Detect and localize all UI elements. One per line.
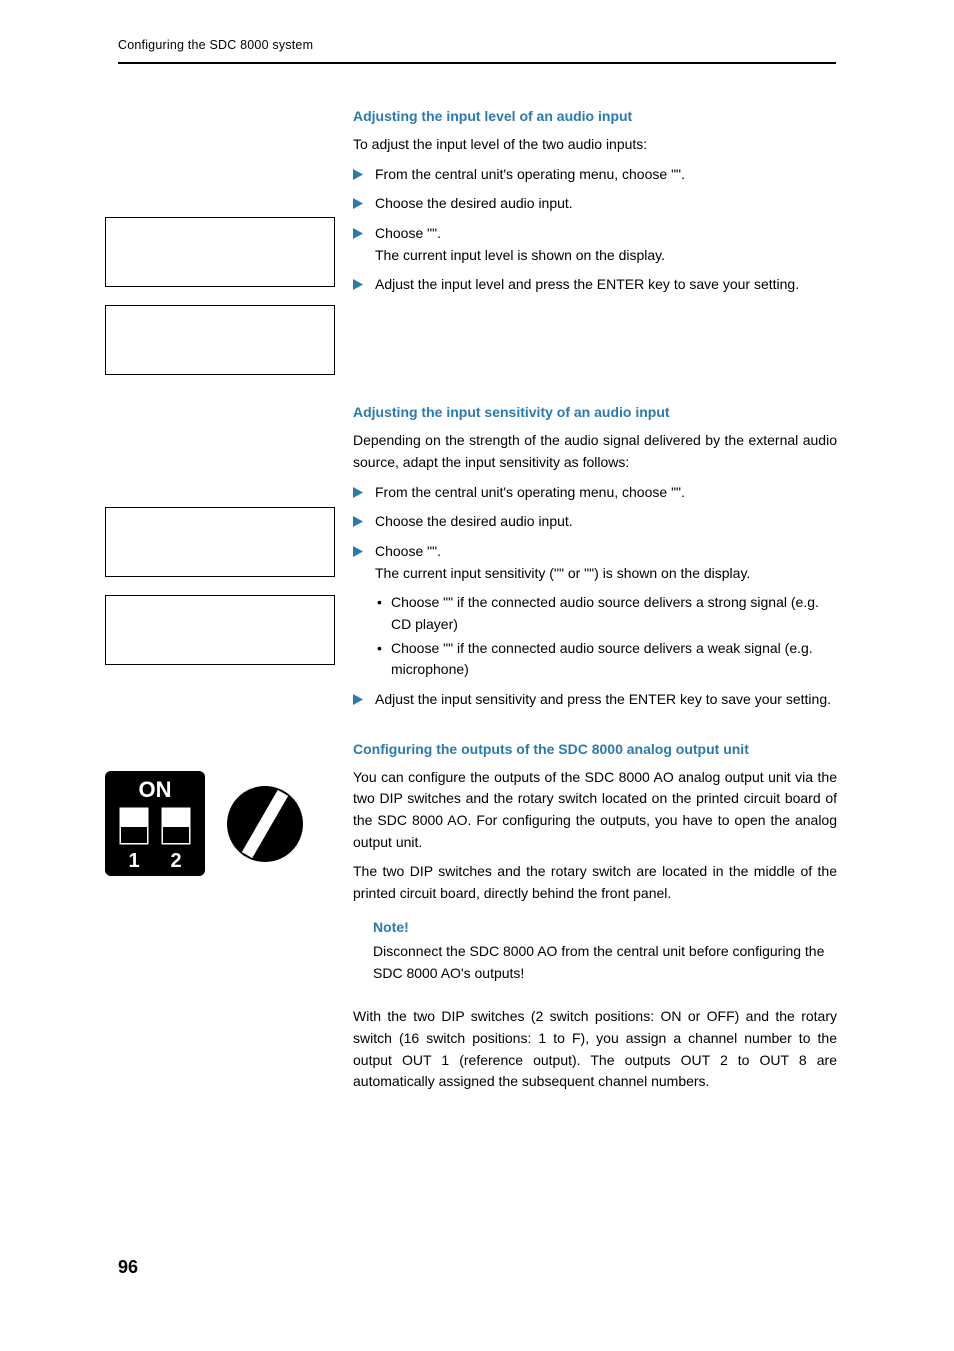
sub-bullet: • Choose "" if the connected audio sourc… [377, 638, 837, 681]
step-text: From the central unit's operating menu, … [375, 482, 837, 504]
svg-text:4: 4 [309, 815, 317, 830]
section-title-configuring-outputs: Configuring the outputs of the SDC 8000 … [353, 741, 837, 757]
svg-text:9: 9 [243, 860, 250, 875]
svg-text:F: F [243, 771, 251, 786]
step-arrow-icon [353, 689, 375, 711]
step-item: From the central unit's operating menu, … [353, 164, 837, 186]
step-item: Choose the desired audio input. [353, 193, 837, 215]
header-rule [118, 62, 836, 64]
svg-text:6: 6 [295, 849, 302, 864]
step-arrow-icon [353, 193, 375, 215]
step-item: Adjust the input level and press the ENT… [353, 274, 837, 296]
note-heading: Note! [373, 919, 837, 935]
dip-label-1: 1 [128, 850, 139, 872]
step-arrow-icon [353, 482, 375, 504]
svg-text:A: A [226, 849, 236, 864]
intro-text: To adjust the input level of the two aud… [353, 134, 837, 156]
sub-text: Choose "" if the connected audio source … [391, 638, 837, 681]
display-placeholder-4 [105, 595, 335, 665]
running-header: Configuring the SDC 8000 system [118, 38, 313, 52]
step-text: Adjust the input level and press the ENT… [375, 274, 837, 296]
svg-text:5: 5 [306, 834, 313, 849]
display-placeholder-1 [105, 217, 335, 287]
paragraph: With the two DIP switches (2 switch posi… [353, 1006, 837, 1093]
step-arrow-icon [353, 164, 375, 186]
step-item: Adjust the input sensitivity and press t… [353, 689, 837, 711]
svg-text:E: E [227, 782, 236, 797]
sub-text: Choose "" if the connected audio source … [391, 592, 837, 635]
paragraph: The two DIP switches and the rotary swit… [353, 861, 837, 904]
svg-text:B: B [216, 834, 225, 849]
dip-label-2: 2 [170, 850, 181, 872]
svg-text:8: 8 [261, 863, 268, 878]
svg-text:2: 2 [295, 782, 302, 797]
dip-rotary-diagram: ON 1 2 0 1 2 3 4 5 6 7 8 9 A B C [105, 761, 325, 894]
svg-text:7: 7 [280, 860, 287, 875]
dip-on-label: ON [139, 777, 172, 802]
page-number: 96 [118, 1257, 138, 1278]
bullet-icon: • [377, 592, 391, 635]
svg-text:D: D [216, 797, 225, 812]
display-placeholder-3 [105, 507, 335, 577]
svg-text:C: C [212, 815, 222, 830]
step-item: From the central unit's operating menu, … [353, 482, 837, 504]
step-text: Choose "".The current input level is sho… [375, 223, 837, 266]
svg-text:0: 0 [261, 767, 268, 782]
paragraph: You can configure the outputs of the SDC… [353, 767, 837, 854]
step-arrow-icon [353, 274, 375, 296]
section-title-input-level: Adjusting the input level of an audio in… [353, 108, 837, 124]
intro-text: Depending on the strength of the audio s… [353, 430, 837, 473]
bullet-icon: • [377, 638, 391, 681]
step-arrow-icon [353, 511, 375, 533]
step-item: Choose "".The current input sensitivity … [353, 541, 837, 584]
step-arrow-icon [353, 541, 375, 584]
svg-text:1: 1 [280, 771, 287, 786]
display-placeholder-2 [105, 305, 335, 375]
step-text: Choose "".The current input sensitivity … [375, 541, 837, 584]
step-text: Adjust the input sensitivity and press t… [375, 689, 837, 711]
note-text: Disconnect the SDC 8000 AO from the cent… [373, 941, 837, 984]
step-arrow-icon [353, 223, 375, 266]
step-item: Choose "".The current input level is sho… [353, 223, 837, 266]
svg-text:3: 3 [306, 797, 313, 812]
step-text: From the central unit's operating menu, … [375, 164, 837, 186]
step-text: Choose the desired audio input. [375, 193, 837, 215]
sub-bullet: • Choose "" if the connected audio sourc… [377, 592, 837, 635]
section-title-input-sensitivity: Adjusting the input sensitivity of an au… [353, 404, 837, 420]
step-text: Choose the desired audio input. [375, 511, 837, 533]
dip-rotary-svg: ON 1 2 0 1 2 3 4 5 6 7 8 9 A B C [105, 761, 325, 891]
step-item: Choose the desired audio input. [353, 511, 837, 533]
